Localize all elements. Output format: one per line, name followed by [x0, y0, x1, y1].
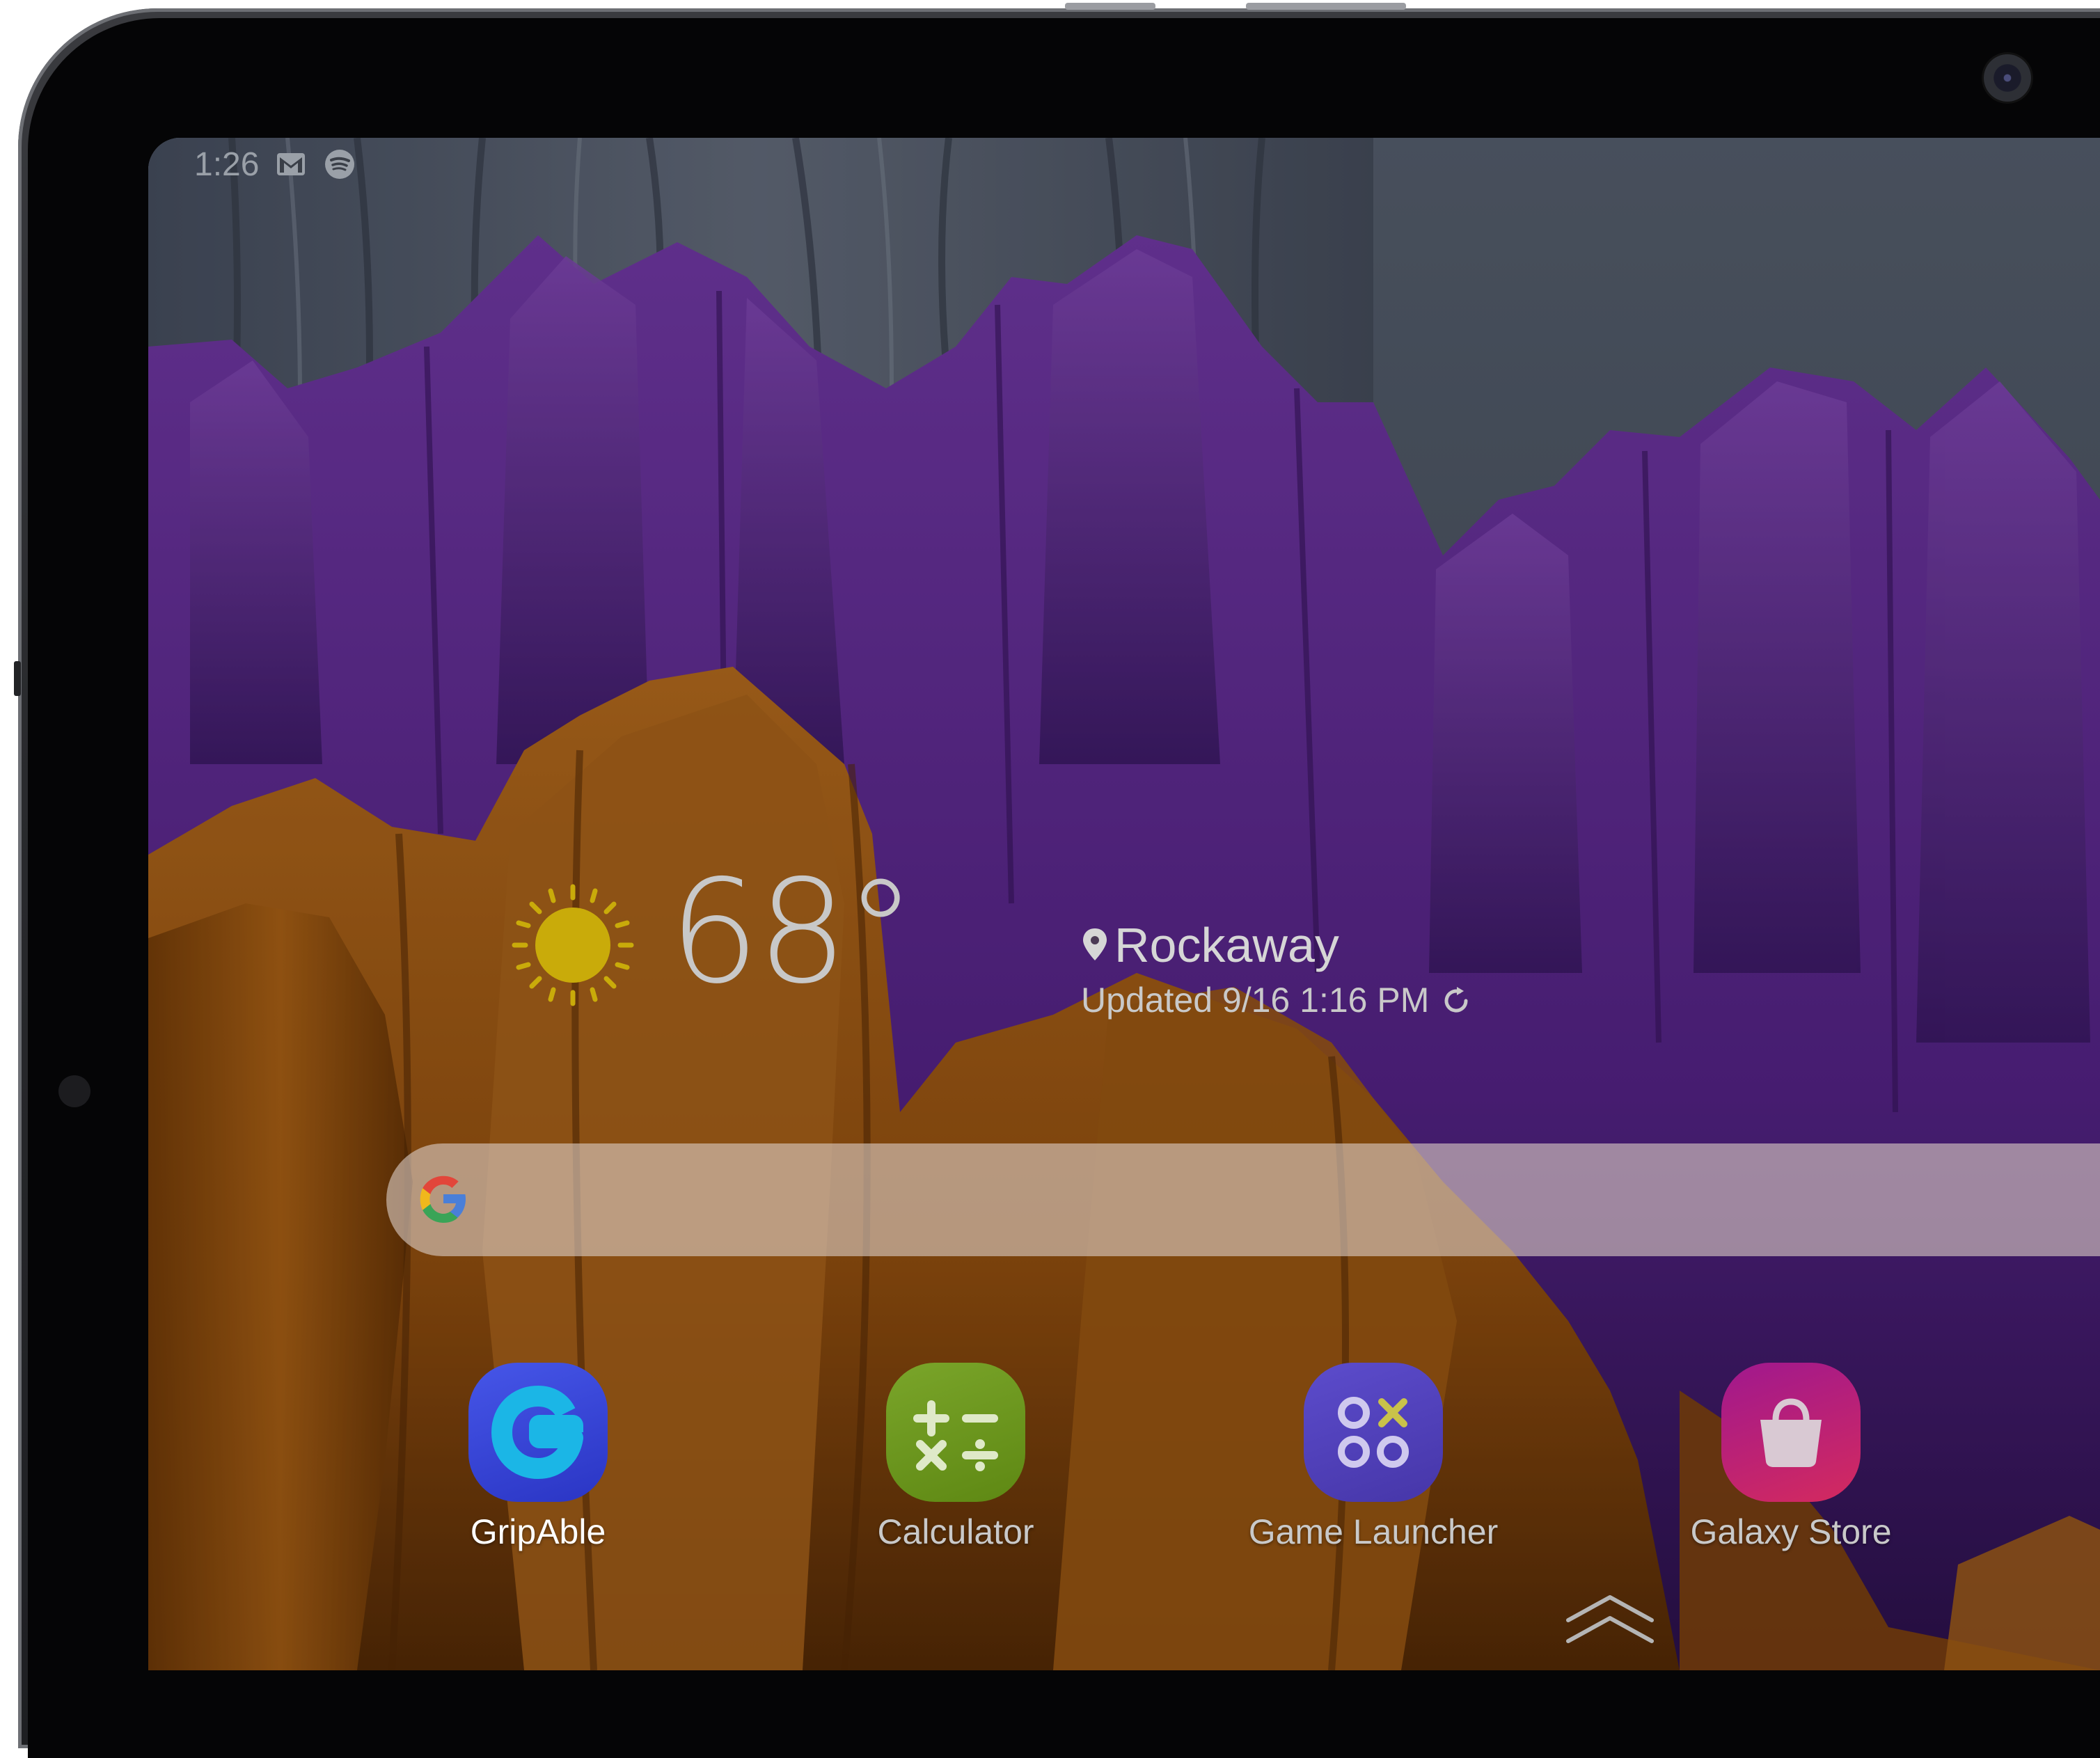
weather-location-row: Rockaway: [1081, 917, 1339, 973]
location-pin-icon: [1083, 928, 1107, 960]
weather-location: Rockaway: [1114, 918, 1339, 972]
app-label: Galaxy Store: [1690, 1512, 1892, 1551]
app-label: Game Launcher: [1248, 1512, 1499, 1551]
calculator-icon: [886, 1363, 1025, 1502]
status-time: 1:26: [194, 145, 260, 183]
google-search-bar[interactable]: [386, 1143, 2100, 1256]
power-button: [1246, 3, 1406, 10]
app-calculator[interactable]: Calculator: [830, 1363, 1081, 1552]
app-label: Calculator: [877, 1512, 1034, 1551]
home-screen: 1:26 68° Rockaway Updated 9/16 1:16 PM G…: [148, 138, 2100, 1670]
refresh-icon[interactable]: [1440, 984, 1472, 1016]
gripable-icon: [468, 1363, 608, 1502]
app-game-launcher[interactable]: Game Launcher: [1248, 1363, 1499, 1552]
weather-widget[interactable]: 68° Rockaway Updated 9/16 1:16 PM: [510, 862, 1554, 1036]
gmail-icon: [277, 153, 306, 175]
app-label: GripAble: [470, 1512, 606, 1551]
sun-icon: [512, 884, 634, 1006]
google-icon: [420, 1175, 466, 1223]
chevron-up-icon[interactable]: [1561, 1589, 1659, 1652]
galaxy-store-icon: [1721, 1363, 1861, 1502]
weather-temperature: 68°: [669, 850, 916, 1015]
weather-updated: Updated 9/16 1:16 PM: [1081, 981, 1430, 1020]
status-bar: 1:26: [194, 143, 356, 185]
volume-button: [1065, 3, 1155, 10]
weather-updated-row: Updated 9/16 1:16 PM: [1081, 980, 1472, 1020]
game-launcher-icon: [1304, 1363, 1443, 1502]
side-pin: [14, 661, 21, 696]
app-galaxy-store[interactable]: Galaxy Store: [1666, 1363, 1916, 1552]
front-camera: [1984, 54, 2031, 102]
side-sensor: [58, 1075, 90, 1107]
spotify-icon: [325, 150, 355, 179]
app-gripable[interactable]: GripAble: [413, 1363, 663, 1552]
